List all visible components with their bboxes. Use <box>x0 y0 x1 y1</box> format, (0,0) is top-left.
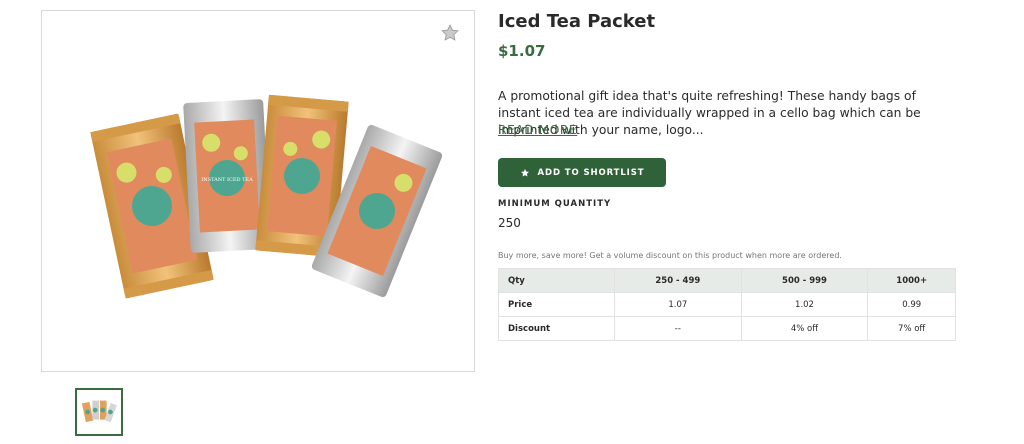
product-price: $1.07 <box>498 42 546 60</box>
pricing-table: Qty 250 - 499 500 - 999 1000+ Price 1.07… <box>498 268 956 341</box>
minimum-quantity-value: 250 <box>498 216 521 230</box>
star-icon <box>520 168 529 176</box>
table-cell: -- <box>614 316 742 341</box>
product-title: Iced Tea Packet <box>498 11 656 32</box>
add-to-shortlist-button[interactable]: ADD TO SHORTLIST <box>498 158 666 187</box>
product-image-frame: INSTANT ICED TEA <box>41 10 475 372</box>
packet-print-text: INSTANT ICED TEA <box>201 177 253 183</box>
table-cell: 4% off <box>740 316 869 341</box>
thumbnail-image <box>81 400 117 423</box>
table-header-row: Qty 250 - 499 500 - 999 1000+ <box>498 268 956 293</box>
table-cell: 1.02 <box>740 292 869 317</box>
table-row-label: Price <box>498 292 615 317</box>
add-to-shortlist-label: ADD TO SHORTLIST <box>537 167 645 178</box>
product-image: INSTANT ICED TEA <box>90 94 442 299</box>
product-thumbnail[interactable] <box>75 388 123 436</box>
minimum-quantity-label: MINIMUM QUANTITY <box>498 199 612 209</box>
table-cell: 1.07 <box>614 292 742 317</box>
read-more-link[interactable]: READ MORE <box>498 123 577 137</box>
table-cell: 0.99 <box>867 292 956 317</box>
table-header-cell: Qty <box>498 268 615 293</box>
table-row-label: Discount <box>498 316 615 341</box>
table-header-cell: 1000+ <box>867 268 956 293</box>
favorite-star-icon[interactable] <box>440 23 460 43</box>
table-header-cell: 250 - 499 <box>614 268 742 293</box>
table-header-cell: 500 - 999 <box>740 268 869 293</box>
table-cell: 7% off <box>867 316 956 341</box>
table-row: Discount -- 4% off 7% off <box>498 316 956 341</box>
table-row: Price 1.07 1.02 0.99 <box>498 292 956 317</box>
volume-discount-note: Buy more, save more! Get a volume discou… <box>498 251 842 260</box>
